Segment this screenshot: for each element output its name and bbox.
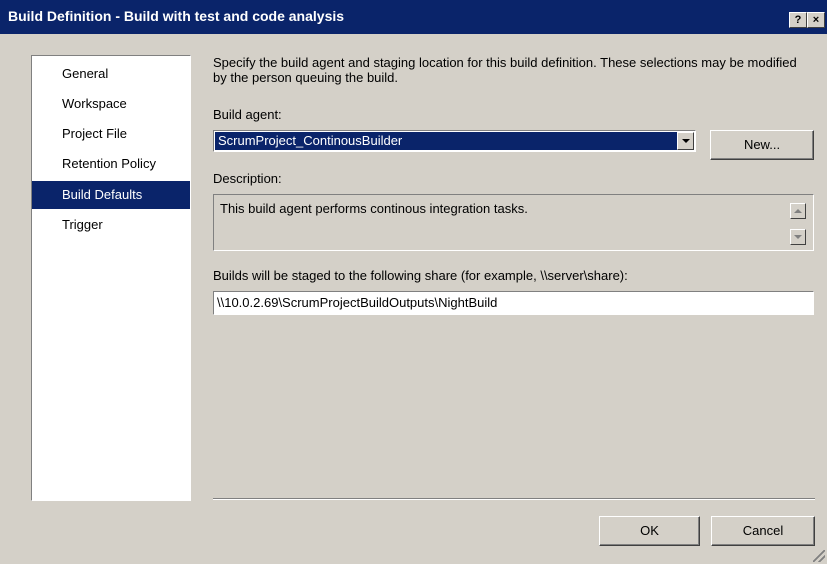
ok-button[interactable]: OK (599, 516, 700, 546)
nav-item-general[interactable]: General (32, 60, 190, 88)
new-agent-button[interactable]: New... (710, 130, 814, 160)
scroll-down-icon[interactable] (790, 229, 806, 245)
build-agent-label: Build agent: (213, 107, 282, 122)
window-title: Build Definition - Build with test and c… (8, 8, 345, 24)
intro-text: Specify the build agent and staging loca… (213, 55, 797, 85)
nav-item-workspace[interactable]: Workspace (32, 90, 190, 118)
build-definition-dialog: Build Definition - Build with test and c… (0, 0, 827, 564)
title-bar: Build Definition - Build with test and c… (0, 0, 827, 34)
nav-item-retention-policy[interactable]: Retention Policy (32, 150, 190, 178)
description-text: This build agent performs continous inte… (220, 201, 528, 216)
dropdown-arrow-icon[interactable] (677, 132, 694, 150)
help-icon[interactable]: ? (789, 12, 807, 28)
staging-share-input[interactable]: \\10.0.2.69\ScrumProjectBuildOutputs\Nig… (213, 291, 814, 315)
build-agent-selected-value: ScrumProject_ContinousBuilder (215, 132, 677, 150)
build-agent-dropdown[interactable]: ScrumProject_ContinousBuilder (213, 130, 696, 152)
close-icon[interactable]: × (807, 12, 825, 28)
nav-item-trigger[interactable]: Trigger (32, 211, 190, 239)
scroll-up-icon[interactable] (790, 203, 806, 219)
settings-nav-list: General Workspace Project File Retention… (31, 55, 191, 501)
nav-item-project-file[interactable]: Project File (32, 120, 190, 148)
footer-separator (213, 498, 815, 500)
share-label: Builds will be staged to the following s… (213, 268, 628, 283)
nav-item-build-defaults[interactable]: Build Defaults (32, 181, 190, 209)
resize-grip-icon[interactable] (813, 550, 825, 562)
cancel-button[interactable]: Cancel (711, 516, 815, 546)
description-field: This build agent performs continous inte… (213, 194, 814, 251)
description-label: Description: (213, 171, 282, 186)
